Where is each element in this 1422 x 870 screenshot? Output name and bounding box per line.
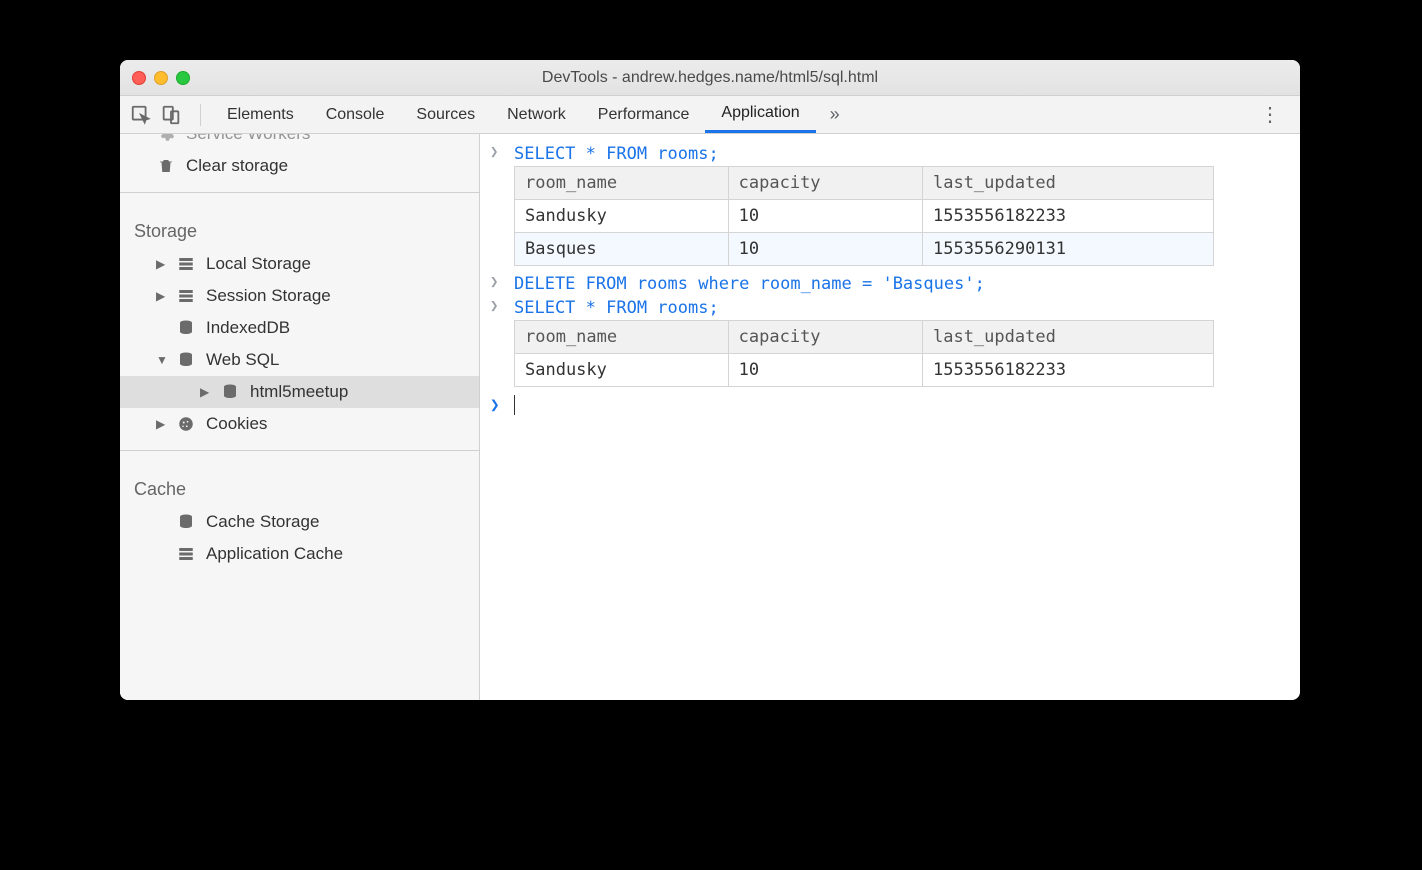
sidebar-item-label: Web SQL: [206, 350, 279, 370]
sidebar-item-label: Application Cache: [206, 544, 343, 564]
table-icon: [176, 544, 196, 564]
sidebar-item-cache-storage[interactable]: Cache Storage: [120, 506, 479, 538]
chevron-right-icon: ▶: [156, 417, 166, 431]
window-title: DevTools - andrew.hedges.name/html5/sql.…: [120, 69, 1300, 87]
sidebar-item-label: IndexedDB: [206, 318, 290, 338]
sidebar-item-clear-storage[interactable]: Clear storage: [120, 150, 479, 182]
sidebar-item-websql[interactable]: ▼ Web SQL: [120, 344, 479, 376]
tab-console[interactable]: Console: [310, 96, 401, 133]
tab-elements[interactable]: Elements: [211, 96, 310, 133]
sidebar-item-label: html5meetup: [250, 382, 348, 402]
chevron-right-icon: ▶: [156, 289, 166, 303]
table-cell: Sandusky: [515, 200, 729, 233]
sidebar-item-session-storage[interactable]: ▶ Session Storage: [120, 280, 479, 312]
console-prompt-row[interactable]: ❯: [490, 393, 1290, 417]
sidebar-item-local-storage[interactable]: ▶ Local Storage: [120, 248, 479, 280]
table-row[interactable]: Basques101553556290131: [515, 233, 1214, 266]
sidebar-item-label: Service Workers: [186, 134, 310, 144]
table-cell: 10: [728, 233, 922, 266]
tab-network[interactable]: Network: [491, 96, 582, 133]
column-header: room_name: [515, 167, 729, 200]
sidebar-group-storage: Storage: [120, 203, 479, 248]
settings-menu-button[interactable]: ⋮: [1250, 102, 1290, 127]
table-cell: Basques: [515, 233, 729, 266]
sidebar-divider: [120, 450, 479, 451]
devtools-body: Service Workers Clear storage Storage ▶ …: [120, 134, 1300, 700]
sql-statement: DELETE FROM rooms where room_name = 'Bas…: [514, 274, 985, 294]
sidebar-item-label: Local Storage: [206, 254, 311, 274]
table-icon: [176, 254, 196, 274]
sidebar-item-cookies[interactable]: ▶ Cookies: [120, 408, 479, 440]
sidebar-group-cache: Cache: [120, 461, 479, 506]
database-icon: [176, 318, 196, 338]
sidebar-item-label: Cookies: [206, 414, 267, 434]
sidebar-item-html5meetup[interactable]: ▶ html5meetup: [120, 376, 479, 408]
table-cell: 10: [728, 200, 922, 233]
sidebar-item-service-workers[interactable]: Service Workers: [120, 134, 479, 150]
devtools-window: DevTools - andrew.hedges.name/html5/sql.…: [120, 60, 1300, 700]
tab-sources[interactable]: Sources: [400, 96, 491, 133]
cookie-icon: [176, 414, 196, 434]
window-titlebar: DevTools - andrew.hedges.name/html5/sql.…: [120, 60, 1300, 96]
table-cell: 10: [728, 354, 922, 387]
tab-application[interactable]: Application: [705, 96, 815, 133]
tabs-overflow-button[interactable]: »: [820, 104, 850, 125]
console-entry: ❯ SELECT * FROM rooms;: [490, 296, 1290, 320]
prompt-icon: ❯: [490, 144, 504, 160]
sidebar-item-label: Session Storage: [206, 286, 331, 306]
sidebar-item-indexeddb[interactable]: IndexedDB: [120, 312, 479, 344]
database-icon: [220, 382, 240, 402]
sidebar-item-label: Clear storage: [186, 156, 288, 176]
database-icon: [176, 512, 196, 532]
column-header: capacity: [728, 167, 922, 200]
table-cell: 1553556290131: [922, 233, 1213, 266]
column-header: room_name: [515, 321, 729, 354]
table-cell: Sandusky: [515, 354, 729, 387]
result-table: room_namecapacitylast_updatedSandusky101…: [514, 320, 1214, 387]
sidebar-item-application-cache[interactable]: Application Cache: [120, 538, 479, 570]
console-entry: ❯ DELETE FROM rooms where room_name = 'Ba…: [490, 272, 1290, 296]
trash-icon: [156, 156, 176, 176]
gear-icon: [156, 134, 176, 144]
column-header: last_updated: [922, 167, 1213, 200]
tabbar-divider: [200, 104, 201, 126]
table-icon: [176, 286, 196, 306]
devtools-tabbar: Elements Console Sources Network Perform…: [120, 96, 1300, 134]
table-cell: 1553556182233: [922, 200, 1213, 233]
device-toggle-icon[interactable]: [160, 104, 182, 126]
inspect-icon[interactable]: [130, 104, 152, 126]
prompt-icon: ❯: [490, 274, 504, 290]
sidebar-divider: [120, 192, 479, 193]
application-sidebar: Service Workers Clear storage Storage ▶ …: [120, 134, 480, 700]
prompt-icon: ❯: [490, 298, 504, 314]
table-cell: 1553556182233: [922, 354, 1213, 387]
sidebar-item-label: Cache Storage: [206, 512, 319, 532]
result-table: room_namecapacitylast_updatedSandusky101…: [514, 166, 1214, 266]
table-row[interactable]: Sandusky101553556182233: [515, 200, 1214, 233]
input-cursor: [514, 395, 515, 415]
column-header: capacity: [728, 321, 922, 354]
websql-console[interactable]: ❯SELECT * FROM rooms;room_namecapacityla…: [480, 134, 1300, 700]
column-header: last_updated: [922, 321, 1213, 354]
prompt-icon: ❯: [490, 395, 504, 414]
chevron-right-icon: ▶: [156, 257, 166, 271]
console-entry: ❯ SELECT * FROM rooms;: [490, 142, 1290, 166]
tab-performance[interactable]: Performance: [582, 96, 706, 133]
chevron-down-icon: ▼: [156, 353, 166, 367]
database-icon: [176, 350, 196, 370]
sql-statement: SELECT * FROM rooms;: [514, 298, 719, 318]
table-row[interactable]: Sandusky101553556182233: [515, 354, 1214, 387]
chevron-right-icon: ▶: [200, 385, 210, 399]
sql-statement: SELECT * FROM rooms;: [514, 144, 719, 164]
